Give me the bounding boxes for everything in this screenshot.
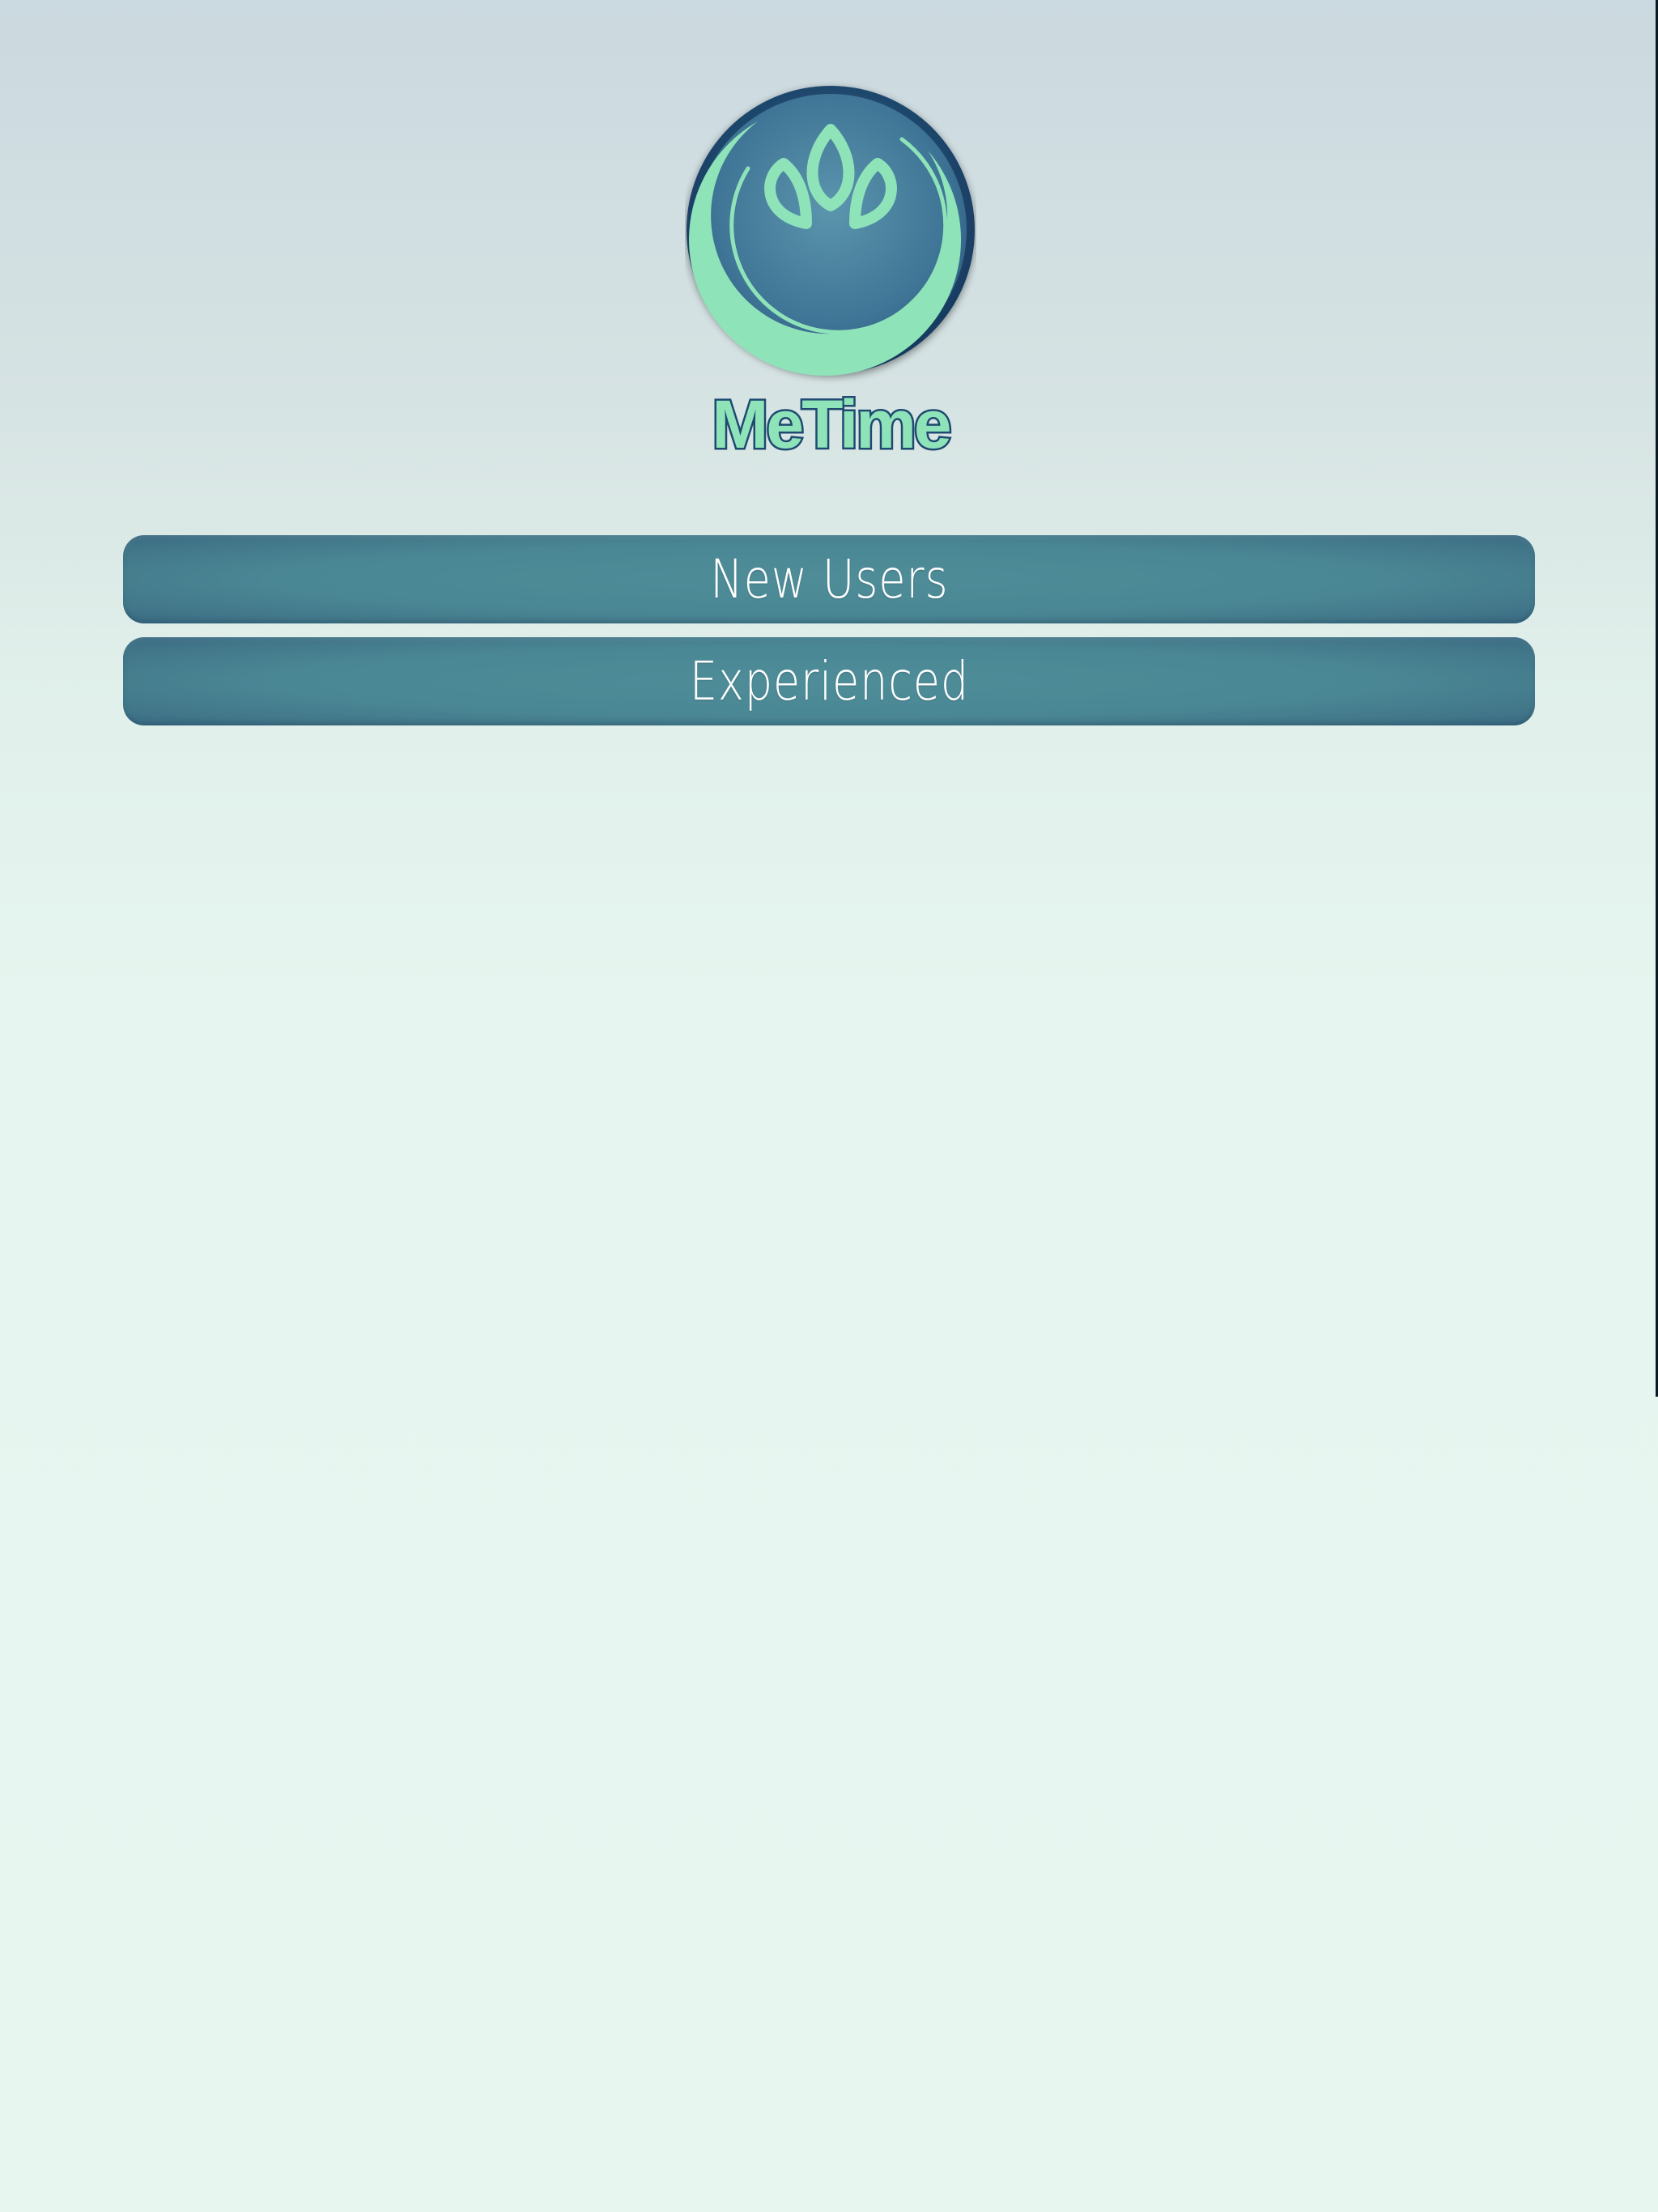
logo-wordmark: MeTime xyxy=(712,386,950,462)
new-users-button[interactable]: New Users xyxy=(123,535,1535,623)
experienced-button[interactable]: Experienced xyxy=(123,637,1535,725)
app-logo: MeTime xyxy=(685,79,976,462)
lotus-icon: MeTime xyxy=(687,86,975,462)
experienced-label: Experienced xyxy=(689,650,969,713)
app-screen: MeTime New Users Experienced xyxy=(0,0,1658,2212)
new-users-label: New Users xyxy=(709,548,949,610)
